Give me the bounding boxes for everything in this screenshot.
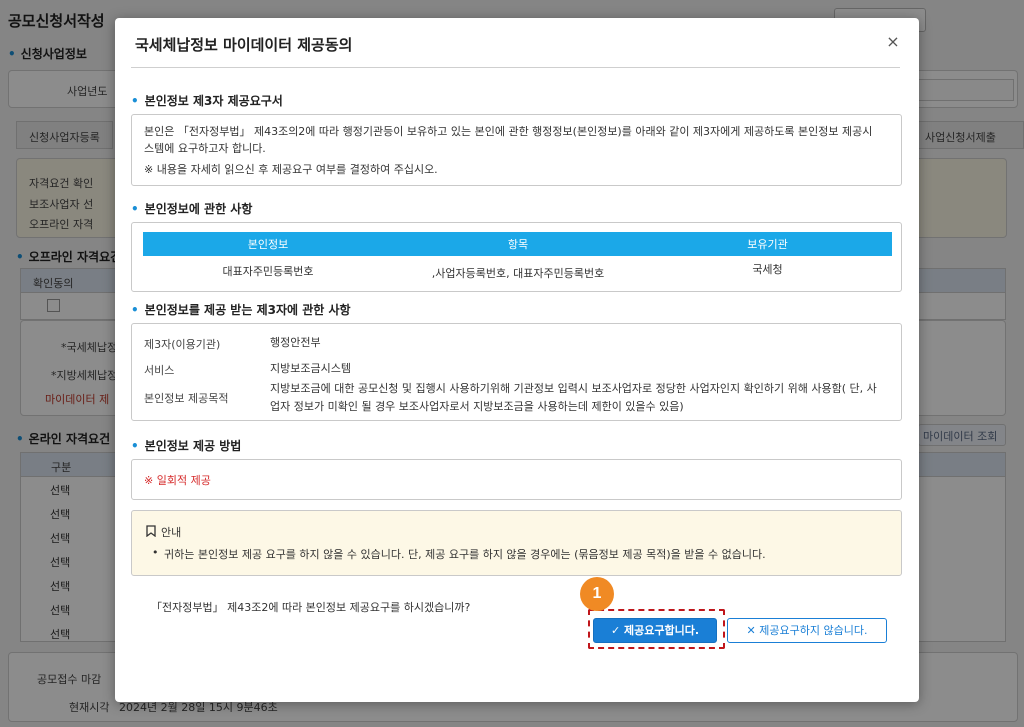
decline-label: 제공요구하지 않습니다. <box>759 624 868 637</box>
table-cell: ,사업자등록번호, 대표자주민등록번호 <box>431 267 605 280</box>
purpose-value-line1: 지방보조금에 대한 공모신청 및 집행시 사용하기위해 기관정보 입력시 보조사… <box>270 382 877 395</box>
third-party-value: 행정안전부 <box>270 336 321 349</box>
check-icon: ✓ <box>610 624 621 637</box>
notice-text: 귀하는 본인정보 제공 요구를 하지 않을 수 있습니다. 단, 제공 요구를 … <box>164 548 766 561</box>
method-text: ※ 일회적 제공 <box>144 474 211 487</box>
table-header: 본인정보 항목 보유기관 <box>143 232 892 256</box>
service-key: 서비스 <box>144 364 175 377</box>
request-text-line1: 본인은 「전자정부법」 제43조의2에 따라 행정기관등이 보유하고 있는 본인… <box>144 125 873 138</box>
column-header: 항목 <box>507 238 529 251</box>
request-panel: 본인은 「전자정부법」 제43조의2에 따라 행정기관등이 보유하고 있는 본인… <box>131 114 902 186</box>
x-icon: ✕ <box>746 624 756 637</box>
request-text-line2: 스템에 요구하고자 합니다. <box>144 142 266 155</box>
notice-box: 안내 • 귀하는 본인정보 제공 요구를 하지 않을 수 있습니다. 단, 제공… <box>131 510 902 576</box>
confirm-label: 제공요구합니다. <box>624 624 700 637</box>
notice-bullet-icon: • <box>152 546 159 559</box>
confirm-provide-button[interactable]: ✓ 제공요구합니다. <box>593 618 717 643</box>
third-party-panel: 제3자(이용기관) 행정안전부 서비스 지방보조금시스템 본인정보 제공목적 지… <box>131 323 902 421</box>
section-title-method: 본인정보 제공 방법 <box>131 437 242 454</box>
service-value: 지방보조금시스템 <box>270 362 351 375</box>
third-party-key: 제3자(이용기관) <box>144 338 221 351</box>
bookmark-icon <box>146 525 156 540</box>
title-divider <box>131 67 900 68</box>
section-title-personal-info: 본인정보에 관한 사항 <box>131 200 253 217</box>
close-icon[interactable]: × <box>883 32 903 52</box>
section-title-third-party: 본인정보를 제공 받는 제3자에 관한 사항 <box>131 301 351 318</box>
table-cell: 대표자주민등록번호 <box>222 265 314 278</box>
column-header: 본인정보 <box>247 238 289 251</box>
notice-title: 안내 <box>161 526 182 539</box>
decline-provide-button[interactable]: ✕ 제공요구하지 않습니다. <box>727 618 887 643</box>
table-cell: 국세청 <box>752 263 783 276</box>
column-header: 보유기관 <box>747 238 788 251</box>
purpose-value-line2: 업자 정보가 미확인 될 경우 보조사업자로서 지방보조금을 사용하는데 제한이… <box>270 400 684 413</box>
section-title-request: 본인정보 제3자 제공요구서 <box>131 92 283 109</box>
consent-question: 「전자정부법」 제43조2에 따라 본인정보 제공요구를 하시겠습니까? <box>151 601 471 614</box>
mydata-consent-dialog: 국세체납정보 마이데이터 제공동의 × 본인정보 제3자 제공요구서 본인은 「… <box>115 18 919 702</box>
method-panel: ※ 일회적 제공 <box>131 459 902 500</box>
request-text-note: ※ 내용을 자세히 읽으신 후 제공요구 여부를 결정하여 주십시오. <box>144 163 438 176</box>
dialog-title: 국세체납정보 마이데이터 제공동의 <box>135 36 353 54</box>
step-number-badge: 1 <box>580 577 614 611</box>
purpose-key: 본인정보 제공목적 <box>144 392 229 405</box>
personal-info-table: 본인정보 항목 보유기관 대표자주민등록번호 ,사업자등록번호, 대표자주민등록… <box>131 222 902 292</box>
